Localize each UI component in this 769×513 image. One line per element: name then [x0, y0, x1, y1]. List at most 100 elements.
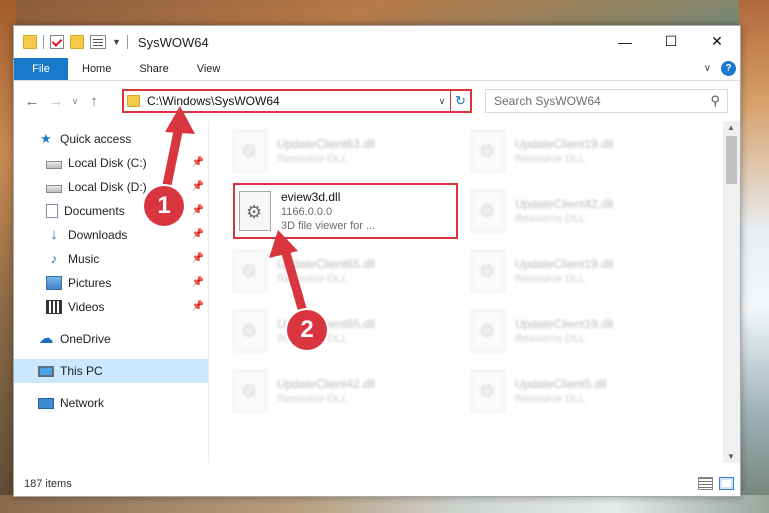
file-name: UpdateClient19.dll [515, 137, 614, 151]
file-tile[interactable]: UpdateClient65.dllResource DLL [233, 303, 458, 359]
pin-icon[interactable]: 📌 [192, 301, 204, 312]
properties-check-icon[interactable] [50, 35, 64, 49]
sidebar-item-label: Quick access [60, 132, 132, 146]
file-tile[interactable]: UpdateClient19.dll Resource DLL [471, 303, 696, 359]
folder-icon [127, 95, 140, 107]
tab-share[interactable]: Share [125, 58, 182, 80]
pin-icon[interactable]: 📌 [192, 277, 204, 288]
title-bar: ▼ SysWOW64 — ☐ ✕ [14, 26, 740, 58]
file-type: Resource DLL [515, 153, 586, 165]
maximize-button[interactable]: ☐ [648, 26, 694, 57]
customize-toolbar-dropdown-icon[interactable]: ▼ [112, 37, 121, 47]
sidebar-item-label: Local Disk (C:) [68, 156, 147, 170]
file-name: UpdateClient42.dll [515, 197, 614, 211]
sidebar-item-videos[interactable]: Videos 📌 [14, 295, 208, 319]
properties-icon[interactable] [90, 35, 106, 49]
file-name: UpdateClient42.dll [277, 377, 376, 391]
sidebar-item-label: This PC [60, 364, 103, 378]
tab-file[interactable]: File [14, 58, 68, 80]
expand-ribbon-icon[interactable]: ∨ [704, 63, 711, 74]
toolbar-separator [126, 35, 128, 49]
file-type: Resource DLL [515, 393, 586, 405]
sidebar-item-label: Local Disk (D:) [68, 180, 147, 194]
pin-icon[interactable]: 📌 [192, 205, 204, 216]
address-dropdown-icon[interactable]: ∨ [434, 96, 450, 107]
sidebar-item-label: Pictures [68, 276, 112, 290]
new-folder-icon[interactable] [70, 35, 84, 49]
desktop-background-bottom [0, 495, 769, 513]
help-icon[interactable]: ? [721, 61, 736, 76]
refresh-icon[interactable]: ↻ [450, 91, 470, 111]
pictures-icon [46, 276, 62, 290]
dll-file-icon [239, 191, 271, 231]
file-name: eview3d.dll [281, 190, 341, 204]
pin-icon[interactable]: 📌 [192, 181, 204, 192]
videos-icon [46, 300, 62, 314]
sidebar-item-label: Documents [64, 204, 125, 218]
highlighted-file-tile[interactable]: eview3d.dll 1166.0.0.0 3D file viewer fo… [233, 183, 458, 239]
pin-icon[interactable]: 📌 [192, 157, 204, 168]
recent-locations-dropdown-icon[interactable]: ∨ [68, 96, 82, 107]
tab-home[interactable]: Home [68, 58, 125, 80]
file-list: UpdateClient63.dll Resource DLL UpdateCli… [208, 121, 740, 463]
ribbon-right-controls: ∨ ? [704, 61, 736, 76]
file-tile[interactable]: UpdateClient42.dll Resource DLL [233, 363, 458, 419]
search-input[interactable]: Search SysWOW64 ⚲ [485, 89, 728, 113]
toolbar-separator [43, 35, 44, 49]
file-tile[interactable]: UpdateClient5.dll Resource DLL [471, 363, 696, 419]
tab-view[interactable]: View [183, 58, 235, 80]
sidebar-item-onedrive[interactable]: ☁ OneDrive [14, 327, 208, 351]
main-content: ★ Quick access Local Disk (C:) 📌 Local D… [14, 121, 740, 463]
pin-icon[interactable]: 📌 [192, 253, 204, 264]
sidebar-item-music[interactable]: ♪ Music 📌 [14, 247, 208, 271]
close-button[interactable]: ✕ [694, 26, 740, 57]
dll-file-icon [471, 190, 505, 232]
tiles-view-icon[interactable] [719, 477, 734, 490]
sidebar-item-local-disk-c[interactable]: Local Disk (C:) 📌 [14, 151, 208, 175]
search-placeholder: Search SysWOW64 [494, 94, 601, 108]
dll-file-icon [471, 310, 505, 352]
cloud-icon: ☁ [38, 330, 54, 347]
scroll-down-icon[interactable]: ▼ [727, 452, 735, 461]
pin-icon[interactable]: 📌 [192, 229, 204, 240]
navigation-bar: ← → ∨ ↑ C:\Windows\SysWOW64 ∨ ↻ Search S… [14, 81, 740, 121]
search-icon[interactable]: ⚲ [710, 93, 720, 109]
file-tile[interactable]: UpdateClient19.dll Resource DLL [471, 123, 696, 179]
sidebar-item-label: Videos [68, 300, 105, 314]
address-path[interactable]: C:\Windows\SysWOW64 [147, 94, 434, 108]
sidebar-item-network[interactable]: Network [14, 391, 208, 415]
file-type: Resource DLL [277, 393, 348, 405]
file-type: Resource DLL [515, 333, 586, 345]
dll-file-icon [471, 370, 505, 412]
folder-icon[interactable] [23, 35, 37, 49]
sidebar-item-this-pc[interactable]: This PC [14, 359, 208, 383]
file-tile[interactable]: UpdateClient19.dll Resource DLL [471, 243, 696, 299]
minimize-button[interactable]: — [602, 26, 648, 57]
file-tile[interactable]: UpdateClient42.dll Resource DLL [471, 183, 696, 239]
sidebar-item-pictures[interactable]: Pictures 📌 [14, 271, 208, 295]
drive-icon [46, 160, 62, 169]
star-icon: ★ [40, 131, 52, 146]
scroll-up-icon[interactable]: ▲ [727, 123, 735, 132]
step-2-badge: 2 [287, 310, 327, 350]
quick-access-toolbar: ▼ [14, 35, 128, 49]
address-bar[interactable]: C:\Windows\SysWOW64 ∨ ↻ [122, 89, 472, 113]
up-arrow-icon[interactable]: ↑ [82, 93, 106, 110]
item-count: 187 items [24, 478, 72, 490]
details-view-icon[interactable] [698, 477, 713, 490]
back-arrow-icon[interactable]: ← [20, 93, 44, 110]
forward-arrow-icon[interactable]: → [44, 93, 68, 110]
step-1-badge: 1 [144, 186, 184, 226]
vertical-scrollbar[interactable]: ▲ ▼ [723, 121, 740, 463]
sidebar-item-downloads[interactable]: ↓ Downloads 📌 [14, 223, 208, 247]
file-tile[interactable]: UpdateClient65.dllResource DLL [233, 243, 458, 299]
file-tile[interactable]: UpdateClient63.dll Resource DLL [233, 123, 458, 179]
file-name: UpdateClient19.dll [515, 317, 614, 331]
navigation-pane: ★ Quick access Local Disk (C:) 📌 Local D… [14, 121, 208, 463]
scroll-thumb[interactable] [726, 136, 737, 184]
sidebar-item-quick-access[interactable]: ★ Quick access [14, 127, 208, 151]
file-type: Resource DLL [277, 153, 348, 165]
sidebar-item-label: Music [68, 252, 100, 266]
dll-file-icon [471, 130, 505, 172]
view-switcher [698, 477, 734, 490]
